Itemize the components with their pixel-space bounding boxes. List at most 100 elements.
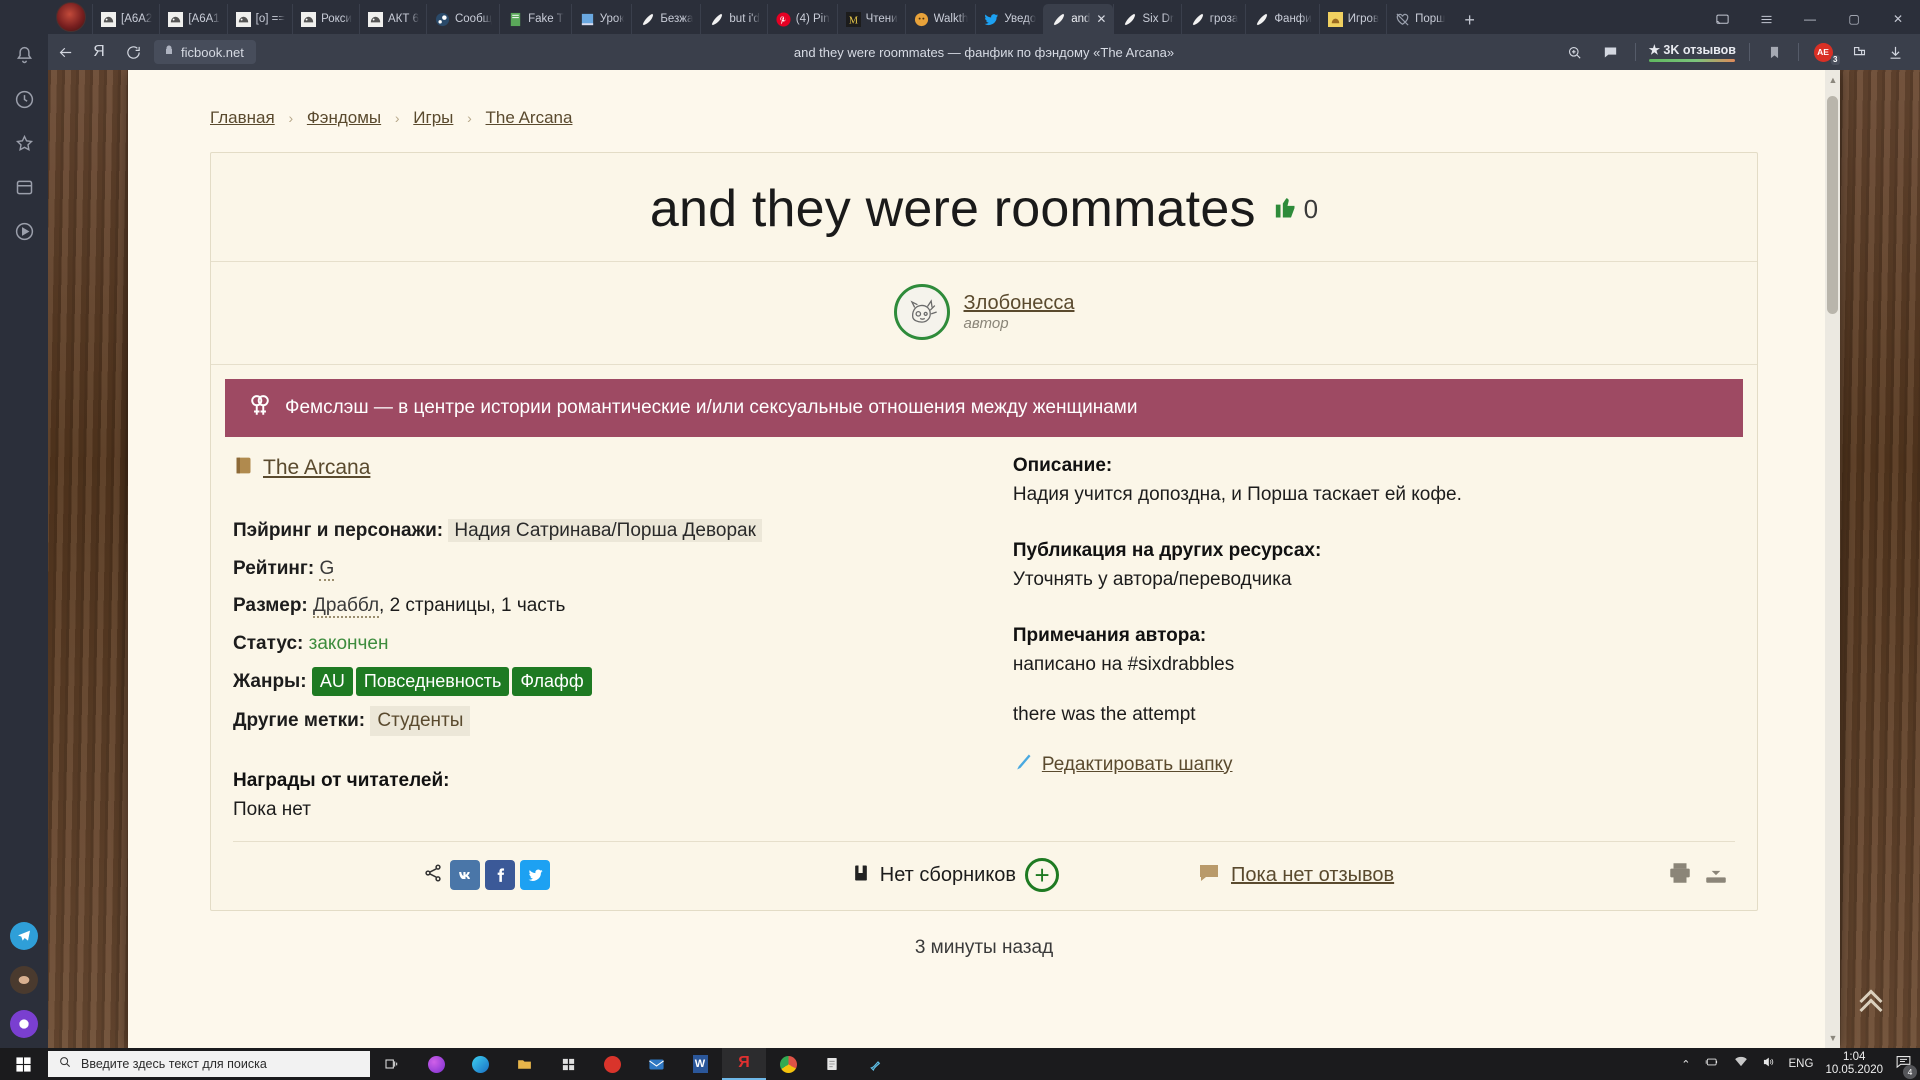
extensions-puzzle-icon[interactable]	[1842, 37, 1876, 67]
browser-sidebar[interactable]	[0, 0, 48, 1048]
start-button[interactable]	[0, 1048, 46, 1080]
opera-button[interactable]	[590, 1048, 634, 1080]
volume-icon[interactable]	[1761, 1055, 1777, 1074]
browser-tab[interactable]: Рокси	[292, 4, 359, 34]
share-twitter-icon[interactable]	[520, 860, 550, 890]
notification-center-icon[interactable]: 4	[1895, 1053, 1917, 1079]
share-vk-icon[interactable]	[450, 860, 480, 890]
browser-tab[interactable]: Игров	[1318, 4, 1386, 34]
clock[interactable]: 1:04 10.05.2020	[1825, 1051, 1883, 1077]
toolbar-right-group[interactable]: ★ 3K отзывов AE 3	[1558, 37, 1920, 67]
mail-button[interactable]	[634, 1048, 678, 1080]
bookmark-flag-icon[interactable]	[1757, 37, 1791, 67]
discord-icon[interactable]	[10, 966, 38, 994]
battery-icon[interactable]	[1703, 1055, 1721, 1074]
breadcrumb[interactable]: Главная › Фэндомы › Игры › The Arcana	[128, 70, 1840, 128]
browser-tab[interactable]: Урок	[570, 4, 632, 34]
downloads-panel-icon[interactable]	[11, 174, 37, 200]
browser-tab[interactable]: but i'd	[700, 4, 766, 34]
breadcrumb-item-home[interactable]: Главная	[210, 108, 275, 127]
page-scrollbar[interactable]: ▲ ▼	[1825, 70, 1840, 1048]
edit-header-link-row[interactable]: Редактировать шапку	[1013, 752, 1735, 777]
browser-tab[interactable]: [А6А1	[159, 4, 226, 34]
new-tab-button[interactable]: +	[1452, 10, 1487, 34]
maximize-button[interactable]: ▢	[1832, 4, 1876, 34]
browser-tab[interactable]: Уведо	[975, 4, 1043, 34]
tabs-container[interactable]: [А6А2 [А6А1 [o] == Рокси АКТ 6 Сообщ Fake T Уро…	[92, 4, 1452, 34]
browser-toolbar[interactable]: Я ficbook.net and they were roommates — …	[48, 34, 1920, 70]
share-icon[interactable]	[423, 863, 443, 888]
genre-tag[interactable]: Флафф	[512, 667, 592, 696]
breadcrumb-item-the-arcana[interactable]: The Arcana	[486, 108, 573, 127]
close-button[interactable]: ✕	[1876, 4, 1920, 34]
minimize-button[interactable]: —	[1788, 4, 1832, 34]
print-icon[interactable]	[1667, 860, 1693, 891]
collections-group[interactable]: Нет сборников +	[713, 858, 1197, 892]
system-tray[interactable]: ⌃ ENG 1:04 10.05.2020 4	[1681, 1051, 1920, 1079]
meta-rating-value[interactable]: G	[319, 557, 335, 581]
edge-button[interactable]	[458, 1048, 502, 1080]
media-play-icon[interactable]	[11, 218, 37, 244]
share-facebook-icon[interactable]	[485, 860, 515, 890]
reload-icon[interactable]	[116, 37, 150, 67]
yandex-logo-icon[interactable]: Я	[82, 37, 116, 67]
breadcrumb-item-fandoms[interactable]: Фэндомы	[307, 108, 381, 127]
reviews-group[interactable]: Пока нет отзывов	[1197, 861, 1667, 890]
browser-tab[interactable]: Порш	[1386, 4, 1452, 34]
browser-tab[interactable]: (4) Pin	[766, 4, 837, 34]
print-download-group[interactable]	[1667, 860, 1735, 891]
fandom-link[interactable]: The Arcana	[263, 456, 370, 480]
social-share-buttons[interactable]	[450, 860, 550, 890]
browser-tab[interactable]: Walkth	[904, 4, 976, 34]
add-to-collection-button[interactable]: +	[1025, 858, 1060, 892]
reader-button[interactable]	[810, 1048, 854, 1080]
bookmarks-star-icon[interactable]	[11, 130, 37, 156]
tab-close-icon[interactable]: ✕	[1096, 12, 1106, 26]
other-tag[interactable]: Студенты	[370, 705, 471, 736]
wifi-icon[interactable]	[1733, 1055, 1749, 1074]
author-name-link[interactable]: Злобонесса	[964, 292, 1075, 315]
scroll-up-arrow[interactable]: ▲	[1828, 75, 1838, 85]
bell-icon[interactable]	[11, 42, 37, 68]
reviews-badge[interactable]: ★ 3K отзывов	[1643, 42, 1742, 62]
word-button[interactable]: W	[678, 1048, 722, 1080]
windows-taskbar[interactable]: Введите здесь текст для поиска W Я ⌃ ENG…	[0, 1048, 1920, 1080]
thumbs-up-icon[interactable]	[1270, 193, 1298, 226]
back-arrow-icon[interactable]	[48, 37, 82, 67]
tags-container[interactable]: Студенты	[370, 705, 471, 736]
reviews-link[interactable]: Пока нет отзывов	[1231, 864, 1394, 887]
breadcrumb-item-games[interactable]: Игры	[413, 108, 453, 127]
scrollbar-thumb[interactable]	[1827, 96, 1838, 314]
genres-container[interactable]: AU Повседневность Флафф	[311, 667, 595, 696]
search-input[interactable]: Введите здесь текст для поиска	[48, 1051, 370, 1077]
downloads-icon[interactable]	[1878, 37, 1912, 67]
browser-tab[interactable]: АКТ 6	[358, 4, 426, 34]
browser-tab-active[interactable]: and ✕	[1043, 4, 1114, 34]
like-button[interactable]: 0	[1270, 193, 1318, 226]
show-hidden-icons-chevron-icon[interactable]: ⌃	[1681, 1058, 1690, 1071]
scroll-down-arrow[interactable]: ▼	[1828, 1033, 1838, 1043]
scroll-to-top-button[interactable]	[1848, 976, 1894, 1022]
yandex-browser-button[interactable]: Я	[722, 1048, 766, 1080]
microsoft-store-button[interactable]	[546, 1048, 590, 1080]
edit-header-link[interactable]: Редактировать шапку	[1042, 754, 1233, 776]
window-controls[interactable]: — ▢ ✕	[1700, 4, 1920, 34]
meta-size-value[interactable]: Драббл	[313, 595, 380, 618]
cast-icon[interactable]	[1700, 4, 1744, 34]
language-indicator[interactable]: ENG	[1789, 1058, 1814, 1070]
browser-tab[interactable]: Сообщ	[425, 4, 499, 34]
cortana-button[interactable]	[414, 1048, 458, 1080]
sidebar-bottom-group[interactable]	[0, 922, 48, 1038]
genre-tag[interactable]: AU	[311, 667, 353, 696]
browser-tab[interactable]: гроза	[1180, 4, 1246, 34]
browser-menu-icon[interactable]	[1744, 4, 1788, 34]
address-bar[interactable]: ficbook.net	[154, 40, 256, 64]
fandom-row[interactable]: The Arcana	[233, 455, 969, 481]
browser-tab[interactable]: Fake T	[499, 4, 571, 34]
app-purple-icon[interactable]	[10, 1010, 38, 1038]
browser-tab[interactable]: [o] ==	[226, 4, 292, 34]
browser-tabstrip[interactable]: [А6А2 [А6А1 [o] == Рокси АКТ 6 Сообщ Fake T Уро…	[48, 0, 1920, 34]
telegram-icon[interactable]	[10, 922, 38, 950]
genre-tag[interactable]: Повседневность	[355, 667, 510, 696]
zoom-search-icon[interactable]	[1558, 37, 1592, 67]
